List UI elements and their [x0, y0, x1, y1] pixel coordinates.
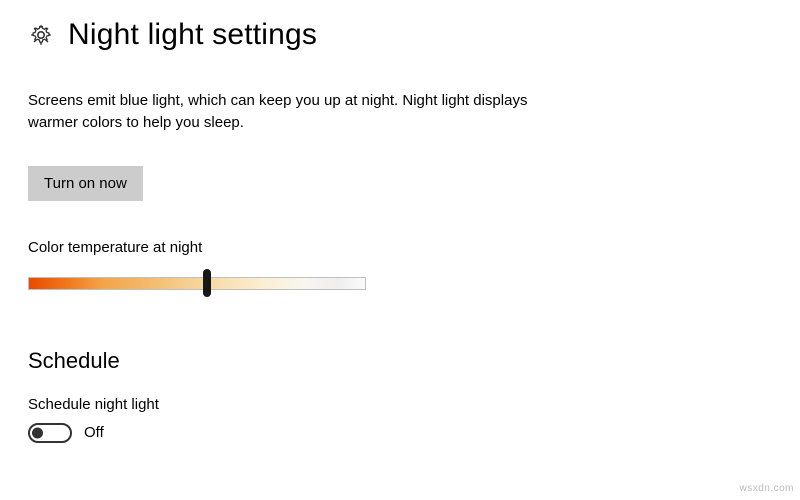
- schedule-toggle[interactable]: [28, 423, 72, 443]
- page-title: Night light settings: [68, 18, 317, 52]
- schedule-heading: Schedule: [28, 348, 772, 374]
- slider-track: [28, 277, 366, 290]
- page-header: Night light settings: [28, 18, 772, 52]
- schedule-night-light-label: Schedule night light: [28, 396, 772, 413]
- toggle-knob: [32, 427, 43, 438]
- turn-on-now-button[interactable]: Turn on now: [28, 166, 143, 201]
- color-temperature-label: Color temperature at night: [28, 239, 772, 256]
- watermark: wsxdn.com: [739, 483, 794, 494]
- gear-icon: [28, 22, 54, 48]
- description-text: Screens emit blue light, which can keep …: [28, 90, 548, 134]
- schedule-toggle-state: Off: [84, 424, 104, 441]
- schedule-toggle-row: Off: [28, 423, 772, 443]
- color-temperature-slider[interactable]: [28, 272, 366, 294]
- slider-thumb[interactable]: [203, 269, 211, 297]
